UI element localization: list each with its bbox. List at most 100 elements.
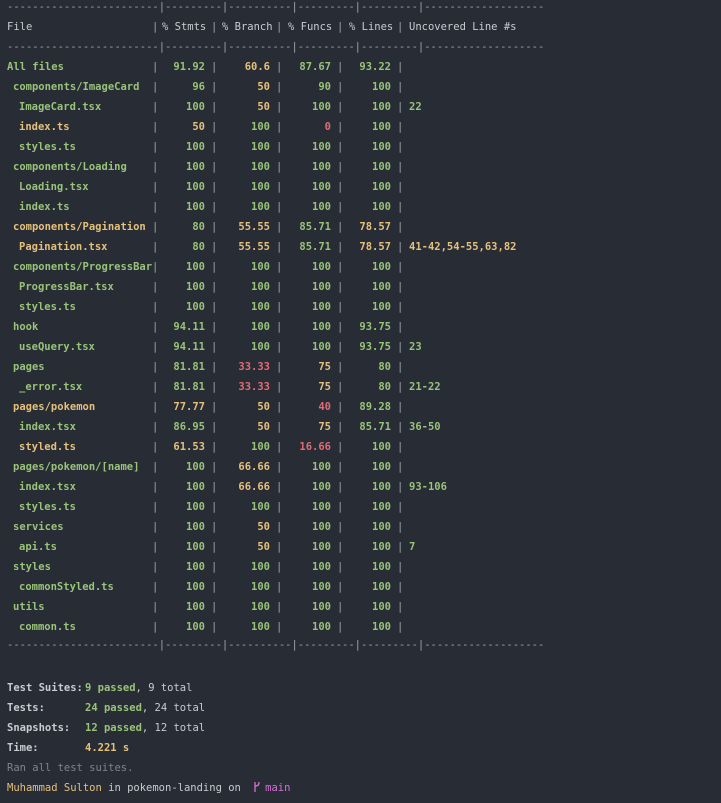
file-name[interactable]: Loading.tsx (19, 180, 89, 194)
file-name[interactable]: pages/pokemon/[name] (13, 460, 139, 474)
separator-line: ------------------------|---------|-----… (7, 41, 545, 53)
prompt-in-word: in (101, 782, 128, 794)
pct-stmts: 86.95 (173, 421, 205, 433)
file-name[interactable]: styled.ts (19, 440, 76, 454)
file-name[interactable]: styles.ts (19, 500, 76, 514)
pct-lines: 100 (372, 561, 391, 573)
header-pipe: | (152, 21, 159, 33)
pct-stmts: 100 (186, 621, 205, 633)
pct-branch: 60.6 (244, 61, 270, 73)
file-name[interactable]: index.ts (19, 200, 70, 214)
time-value: 4.221 s (85, 742, 130, 754)
pct-lines: 100 (372, 281, 391, 293)
pct-branch: 100 (251, 301, 270, 313)
file-name[interactable]: _error.tsx (19, 380, 82, 394)
file-name[interactable]: pages/pokemon (13, 400, 95, 414)
pct-stmts: 100 (186, 101, 205, 113)
pct-stmts: 100 (186, 561, 205, 573)
file-name[interactable]: styles (13, 560, 51, 574)
test-suites-total: , 9 total (135, 682, 193, 694)
pct-lines: 100 (372, 261, 391, 273)
file-name[interactable]: hook (13, 320, 38, 334)
file-name[interactable]: common.ts (19, 620, 76, 634)
file-name[interactable]: commonStyled.ts (19, 580, 114, 594)
file-name[interactable]: components/ProgressBar (13, 260, 152, 274)
pct-lines: 100 (372, 581, 391, 593)
uncovered-lines: 23 (409, 341, 422, 353)
pct-funcs: 87.67 (299, 61, 331, 73)
column-pipe: | (397, 181, 404, 193)
pct-lines: 100 (372, 601, 391, 613)
file-name[interactable]: index.ts (19, 120, 70, 134)
file-name[interactable]: services (13, 520, 64, 534)
file-name[interactable]: api.ts (19, 540, 57, 554)
column-pipe: | (397, 201, 404, 213)
file-name[interactable]: ProgressBar.tsx (19, 280, 114, 294)
snapshots-total: , 12 total (141, 722, 206, 734)
pct-branch: 100 (251, 341, 270, 353)
tests-label: Tests: (7, 702, 45, 714)
pct-funcs: 100 (312, 301, 331, 313)
uncovered-lines: 22 (409, 101, 422, 113)
pct-funcs: 100 (312, 141, 331, 153)
file-name[interactable]: components/ImageCard (13, 80, 139, 94)
file-name[interactable]: useQuery.tsx (19, 340, 95, 354)
pct-branch: 100 (251, 141, 270, 153)
header-funcs: % Funcs (288, 21, 333, 33)
file-name[interactable]: ImageCard.tsx (19, 100, 101, 114)
pct-branch: 50 (257, 81, 270, 93)
file-name[interactable]: styles.ts (19, 300, 76, 314)
pct-funcs: 100 (312, 581, 331, 593)
pct-stmts: 94.11 (173, 341, 205, 353)
pct-lines: 100 (372, 121, 391, 133)
pct-branch: 100 (251, 201, 270, 213)
pct-branch: 33.33 (238, 361, 270, 373)
uncovered-lines: 93-106 (409, 481, 447, 493)
pct-branch: 33.33 (238, 381, 270, 393)
file-name[interactable]: utils (13, 600, 45, 614)
pct-stmts: 100 (186, 481, 205, 493)
pct-lines: 78.57 (359, 241, 391, 253)
file-name[interactable]: styles.ts (19, 140, 76, 154)
pct-funcs: 100 (312, 321, 331, 333)
pct-funcs: 75 (318, 361, 331, 373)
pct-branch: 50 (257, 101, 270, 113)
file-name[interactable]: index.tsx (19, 480, 76, 494)
file-name[interactable]: Pagination.tsx (19, 240, 108, 254)
pct-lines: 100 (372, 481, 391, 493)
pct-stmts: 100 (186, 301, 205, 313)
pct-funcs: 100 (312, 461, 331, 473)
column-pipe: | (397, 101, 404, 113)
pct-branch: 66.66 (238, 481, 270, 493)
pct-lines: 100 (372, 301, 391, 313)
pct-lines: 100 (372, 181, 391, 193)
test-suites-label: Test Suites: (7, 682, 83, 694)
pct-funcs: 100 (312, 621, 331, 633)
file-name[interactable]: All files (7, 60, 64, 74)
file-name[interactable]: components/Pagination (13, 220, 146, 234)
file-name[interactable]: pages (13, 360, 45, 374)
pct-branch: 100 (251, 441, 270, 453)
pct-stmts: 100 (186, 601, 205, 613)
pct-funcs: 100 (312, 541, 331, 553)
pct-funcs: 0 (324, 121, 331, 133)
file-name[interactable]: components/Loading (13, 160, 127, 174)
pct-branch: 55.55 (238, 221, 270, 233)
header-lines: % Lines (349, 21, 394, 33)
header-pipe: | (397, 21, 404, 33)
pct-stmts: 100 (186, 501, 205, 513)
terminal-window[interactable]: ------------------------|---------|-----… (0, 0, 721, 803)
pct-branch: 100 (251, 181, 270, 193)
pct-lines: 80 (378, 361, 391, 373)
pct-funcs: 75 (318, 421, 331, 433)
pct-lines: 100 (372, 521, 391, 533)
file-name[interactable]: index.tsx (19, 420, 76, 434)
pct-lines: 100 (372, 441, 391, 453)
pct-funcs: 100 (312, 261, 331, 273)
tests-total: , 24 total (141, 702, 206, 714)
pct-lines: 100 (372, 141, 391, 153)
column-pipe: | (397, 61, 404, 73)
header-stmts: % Stmts (162, 21, 207, 33)
tests-value: 24 passed (85, 702, 142, 714)
uncovered-lines: 41-42,54-55,63,82 (409, 241, 517, 253)
